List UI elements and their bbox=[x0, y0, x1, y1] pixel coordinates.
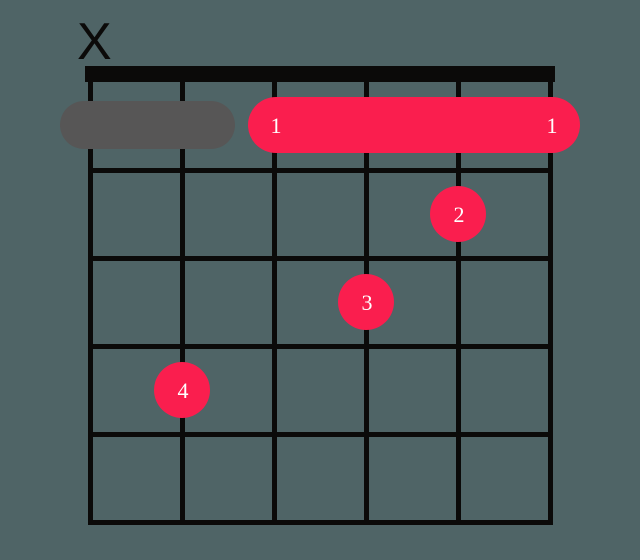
barre-label-right: 1 bbox=[547, 113, 558, 139]
finger-3-label: 3 bbox=[362, 290, 373, 316]
fret-line-4 bbox=[88, 432, 553, 437]
fret-line-5 bbox=[88, 520, 553, 525]
finger-2-label: 2 bbox=[454, 202, 465, 228]
fret-line-1 bbox=[88, 168, 553, 173]
mute-mark-string6: X bbox=[77, 12, 112, 72]
barre-finger-1 bbox=[248, 97, 580, 153]
nut bbox=[85, 66, 555, 82]
finger-4-label: 4 bbox=[178, 378, 189, 404]
muted-barre-segment bbox=[60, 101, 235, 149]
fret-line-2 bbox=[88, 256, 553, 261]
fret-line-3 bbox=[88, 344, 553, 349]
barre-label-left: 1 bbox=[271, 113, 282, 139]
